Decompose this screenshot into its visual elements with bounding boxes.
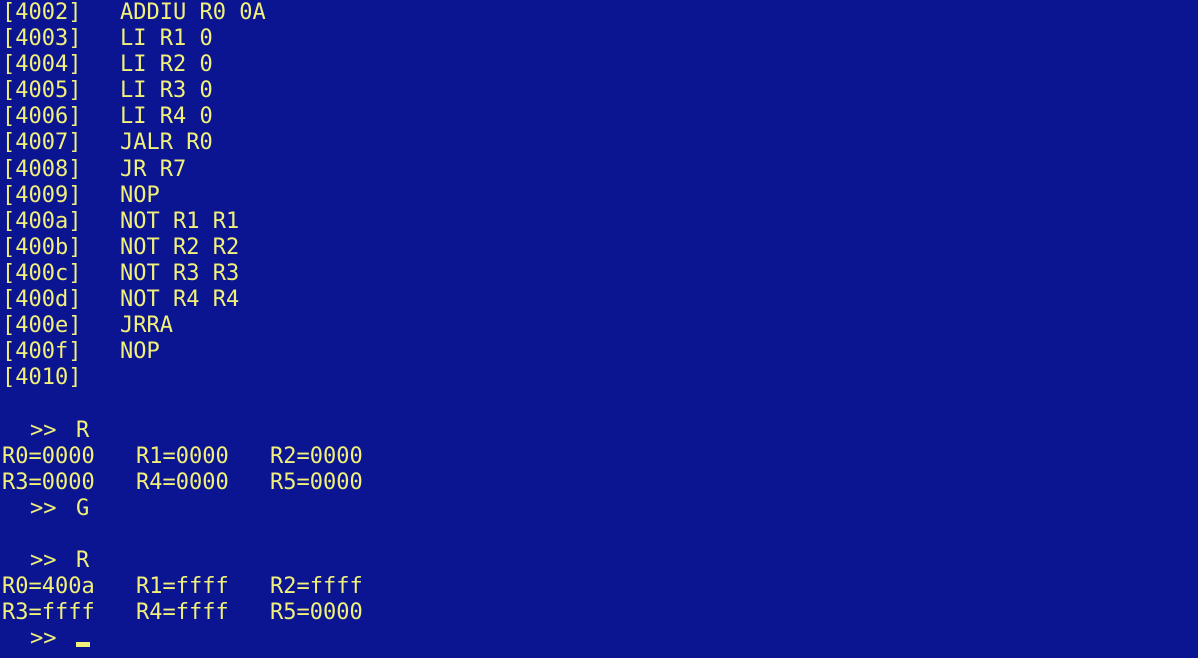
disasm-instruction: LI R4 0	[120, 104, 213, 130]
disasm-line: [4010]	[2, 365, 1198, 391]
prompt-line: >> G	[2, 496, 1198, 522]
disasm-line: [4008] JR R7	[2, 157, 1198, 183]
disasm-instruction: NOP	[120, 339, 160, 365]
disasm-instruction: LI R3 0	[120, 78, 213, 104]
disasm-instruction: NOT R4 R4	[120, 287, 240, 313]
register-value: R5=0000	[270, 600, 363, 626]
command-text: R	[76, 417, 90, 443]
register-value: R3=0000	[2, 469, 95, 495]
disasm-address: [400c]	[2, 260, 82, 286]
register-row: R3=ffff R4=ffff R5=0000	[2, 600, 1198, 626]
terminal-window[interactable]: [4002] ADDIU R0 0A [4003] LI R1 0 [4004] LI…	[0, 0, 1198, 658]
disasm-address: [400d]	[2, 287, 82, 313]
disasm-address: [4008]	[2, 156, 82, 182]
disasm-address: [4009]	[2, 182, 82, 208]
register-value: R5=0000	[270, 469, 363, 495]
disasm-address: [4003]	[2, 26, 82, 52]
prompt-symbol: >>	[30, 417, 57, 443]
disasm-line: [4002] ADDIU R0 0A	[2, 0, 1198, 26]
register-value: R4=ffff	[136, 600, 229, 626]
register-row: R0=0000 R1=0000 R2=0000	[2, 444, 1198, 470]
disasm-address: [4010]	[2, 365, 82, 391]
register-row: R3=0000 R4=0000 R5=0000	[2, 470, 1198, 496]
disasm-line: [400c] NOT R3 R3	[2, 261, 1198, 287]
disasm-line: [400e] JRRA	[2, 313, 1198, 339]
disasm-instruction: NOP	[120, 182, 160, 208]
disasm-instruction: JRRA	[120, 313, 173, 339]
disasm-instruction: NOT R1 R1	[120, 208, 240, 234]
disasm-address: [400a]	[2, 208, 82, 234]
disasm-address: [400f]	[2, 339, 82, 365]
prompt-line: >> R	[2, 418, 1198, 444]
disasm-address: [400b]	[2, 234, 82, 260]
command-text: R	[76, 547, 90, 573]
disasm-address: [4002]	[2, 0, 82, 25]
register-value: R2=0000	[270, 443, 363, 469]
disasm-instruction: NOT R3 R3	[120, 260, 240, 286]
disasm-address: [4006]	[2, 104, 82, 130]
disasm-line: [4005] LI R3 0	[2, 78, 1198, 104]
disassembly-listing: [4002] ADDIU R0 0A [4003] LI R1 0 [4004] LI…	[2, 0, 1198, 391]
register-value: R1=ffff	[136, 574, 229, 600]
disasm-line: [4006] LI R4 0	[2, 104, 1198, 130]
prompt-symbol: >>	[30, 626, 57, 652]
register-value: R0=0000	[2, 443, 95, 469]
disasm-instruction: NOT R2 R2	[120, 234, 240, 260]
disasm-line: [4009] NOP	[2, 183, 1198, 209]
disasm-line: [4003] LI R1 0	[2, 26, 1198, 52]
disasm-instruction: ADDIU R0 0A	[120, 0, 266, 25]
prompt-symbol: >>	[30, 495, 57, 521]
command-text: G	[76, 495, 90, 521]
register-value: R4=0000	[136, 469, 229, 495]
register-value: R3=ffff	[2, 600, 95, 626]
register-value: R1=0000	[136, 443, 229, 469]
disasm-instruction: JR R7	[120, 156, 187, 182]
register-row: R0=400a R1=ffff R2=ffff	[2, 574, 1198, 600]
disasm-address: [400e]	[2, 313, 82, 339]
register-value: R2=ffff	[270, 574, 363, 600]
disasm-instruction: JALR R0	[120, 130, 213, 156]
prompt-symbol: >>	[30, 547, 57, 573]
disasm-line: [4007] JALR R0	[2, 130, 1198, 156]
disasm-line: [400b] NOT R2 R2	[2, 235, 1198, 261]
disasm-line: [400d] NOT R4 R4	[2, 287, 1198, 313]
register-value: R0=400a	[2, 574, 95, 600]
text-cursor	[76, 642, 90, 648]
disasm-line: [400f] NOP	[2, 339, 1198, 365]
disasm-instruction: LI R1 0	[120, 26, 213, 52]
active-prompt-line[interactable]: >>	[2, 626, 1198, 652]
disasm-line: [4004] LI R2 0	[2, 52, 1198, 78]
prompt-line: >> R	[2, 548, 1198, 574]
disasm-line: [400a] NOT R1 R1	[2, 209, 1198, 235]
disasm-instruction: LI R2 0	[120, 52, 213, 78]
disasm-address: [4005]	[2, 78, 82, 104]
disasm-address: [4007]	[2, 130, 82, 156]
disasm-address: [4004]	[2, 52, 82, 78]
